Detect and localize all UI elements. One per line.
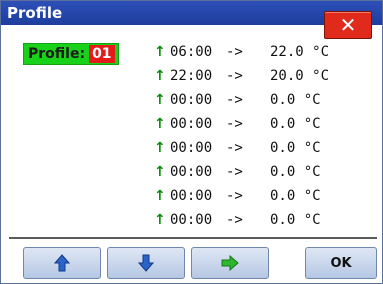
row-separator: -> <box>226 92 243 108</box>
row-separator: -> <box>226 116 243 132</box>
profile-dialog: Profile ✕ Profile: 01 ↑ 06:00 -> 22.0 °C… <box>0 0 383 284</box>
schedule-row[interactable]: ↑ 00:00 -> 0.0 °C <box>154 209 340 231</box>
next-button[interactable] <box>191 247 269 279</box>
arrow-up-icon <box>54 254 70 272</box>
move-up-button[interactable] <box>23 247 101 279</box>
arrow-up-icon: ↑ <box>154 68 166 84</box>
schedule-row[interactable]: ↑ 00:00 -> 0.0 °C <box>154 89 340 111</box>
row-time: 00:00 <box>170 92 213 108</box>
close-button[interactable]: ✕ <box>324 11 372 39</box>
schedule-row[interactable]: ↑ 00:00 -> 0.0 °C <box>154 113 340 135</box>
row-time: 00:00 <box>170 140 213 156</box>
row-separator: -> <box>226 68 243 84</box>
row-time: 00:00 <box>170 164 213 180</box>
row-temperature: 22.0 °C <box>270 44 330 60</box>
row-temperature: 0.0 °C <box>270 92 321 108</box>
row-time: 00:00 <box>170 116 213 132</box>
divider <box>9 237 377 239</box>
ok-button[interactable]: OK <box>305 247 377 279</box>
arrow-up-icon: ↑ <box>154 44 166 60</box>
row-time: 00:00 <box>170 188 213 204</box>
profile-badge[interactable]: Profile: 01 <box>23 43 119 65</box>
row-temperature: 0.0 °C <box>270 212 321 228</box>
row-separator: -> <box>226 188 243 204</box>
row-separator: -> <box>226 212 243 228</box>
row-temperature: 0.0 °C <box>270 140 321 156</box>
close-icon: ✕ <box>339 13 357 37</box>
row-temperature: 0.0 °C <box>270 164 321 180</box>
arrow-up-icon: ↑ <box>154 188 166 204</box>
row-time: 22:00 <box>170 68 213 84</box>
schedule-row[interactable]: ↑ 06:00 -> 22.0 °C <box>154 41 340 63</box>
row-time: 00:00 <box>170 212 213 228</box>
profile-label: Profile: <box>28 46 86 62</box>
window-title: Profile <box>7 4 63 22</box>
move-down-button[interactable] <box>107 247 185 279</box>
schedule-row[interactable]: ↑ 00:00 -> 0.0 °C <box>154 161 340 183</box>
ok-label: OK <box>330 255 352 271</box>
profile-number: 01 <box>89 45 115 63</box>
arrow-up-icon: ↑ <box>154 116 166 132</box>
arrow-up-icon: ↑ <box>154 92 166 108</box>
row-time: 06:00 <box>170 44 213 60</box>
row-temperature: 0.0 °C <box>270 188 321 204</box>
schedule-row[interactable]: ↑ 22:00 -> 20.0 °C <box>154 65 340 87</box>
arrow-up-icon: ↑ <box>154 212 166 228</box>
row-temperature: 0.0 °C <box>270 116 321 132</box>
row-separator: -> <box>226 140 243 156</box>
arrow-right-icon <box>221 255 239 271</box>
arrow-up-icon: ↑ <box>154 140 166 156</box>
schedule-row[interactable]: ↑ 00:00 -> 0.0 °C <box>154 185 340 207</box>
schedule-row[interactable]: ↑ 00:00 -> 0.0 °C <box>154 137 340 159</box>
arrow-up-icon: ↑ <box>154 164 166 180</box>
row-separator: -> <box>226 164 243 180</box>
row-temperature: 20.0 °C <box>270 68 330 84</box>
arrow-down-icon <box>138 254 154 272</box>
row-separator: -> <box>226 44 243 60</box>
